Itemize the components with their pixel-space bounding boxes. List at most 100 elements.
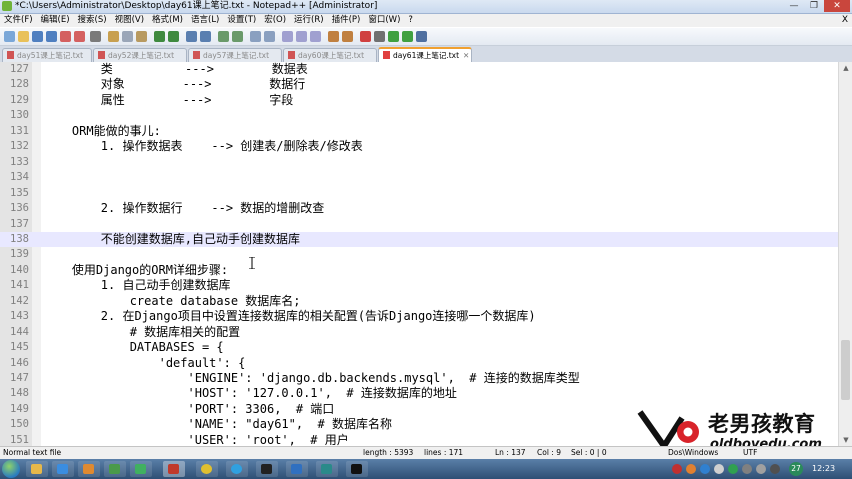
start-button[interactable] bbox=[2, 460, 20, 478]
taskbar-ie-button[interactable] bbox=[52, 461, 74, 477]
tab-close-icon[interactable]: ✕ bbox=[463, 49, 469, 62]
menu-view[interactable]: 视图(V) bbox=[111, 14, 148, 27]
editor-line[interactable]: 148 'HOST': '127.0.0.1', # 连接数据库的地址 bbox=[0, 386, 838, 401]
print-icon[interactable] bbox=[90, 31, 101, 42]
editor-line[interactable]: 136 2. 操作数据行 --> 数据的增删改查 bbox=[0, 201, 838, 216]
vertical-scrollbar[interactable]: ▲ ▼ bbox=[838, 62, 852, 446]
word-wrap-icon[interactable] bbox=[282, 31, 293, 42]
editor-line[interactable]: 135 bbox=[0, 186, 838, 201]
editor-line[interactable]: 139 bbox=[0, 247, 838, 262]
zoom-out-icon[interactable] bbox=[232, 31, 243, 42]
taskbar-app-button[interactable] bbox=[104, 461, 126, 477]
tab-day57[interactable]: day57课上笔记.txt bbox=[188, 48, 282, 62]
indent-guide-icon[interactable] bbox=[310, 31, 321, 42]
editor-line[interactable]: 141 1. 自己动手创建数据库 bbox=[0, 278, 838, 293]
taskbar-qq-button[interactable] bbox=[256, 461, 278, 477]
sync-vertical-icon[interactable] bbox=[250, 31, 261, 42]
network-icon[interactable] bbox=[742, 464, 752, 474]
editor-line[interactable]: 138 不能创建数据库,自己动手创建数据库 bbox=[0, 231, 838, 248]
editor-line[interactable]: 140 使用Django的ORM详细步骤: bbox=[0, 263, 838, 278]
function-list-icon[interactable] bbox=[342, 31, 353, 42]
tray-icon-4[interactable] bbox=[714, 464, 724, 474]
stop-record-icon[interactable] bbox=[374, 31, 385, 42]
menu-format[interactable]: 格式(M) bbox=[148, 14, 187, 27]
editor-line[interactable]: 130 bbox=[0, 108, 838, 123]
taskbar-explorer-button[interactable] bbox=[26, 461, 48, 477]
editor-line[interactable]: 134 bbox=[0, 170, 838, 185]
tray-icon-5[interactable] bbox=[728, 464, 738, 474]
menu-window[interactable]: 窗口(W) bbox=[364, 14, 404, 27]
replace-icon[interactable] bbox=[200, 31, 211, 42]
scroll-thumb[interactable] bbox=[841, 340, 850, 400]
tab-day51[interactable]: day51课上笔记.txt bbox=[2, 48, 92, 62]
editor-line[interactable]: 132 1. 操作数据表 --> 创建表/删除表/修改表 bbox=[0, 139, 838, 154]
editor-line[interactable]: 143 2. 在Django项目中设置连接数据库的相关配置(告诉Django连接… bbox=[0, 309, 838, 324]
tab-day60[interactable]: day60课上笔记.txt bbox=[283, 48, 377, 62]
close-file-icon[interactable] bbox=[60, 31, 71, 42]
cut-icon[interactable] bbox=[108, 31, 119, 42]
menu-run[interactable]: 运行(R) bbox=[290, 14, 328, 27]
menu-help[interactable]: ? bbox=[404, 14, 417, 27]
menu-macro[interactable]: 宏(O) bbox=[260, 14, 290, 27]
tray-icon-3[interactable] bbox=[700, 464, 710, 474]
menu-file[interactable]: 文件(F) bbox=[0, 14, 37, 27]
close-document-button[interactable]: X bbox=[842, 14, 848, 27]
menu-plugins[interactable]: 插件(P) bbox=[328, 14, 365, 27]
editor-line[interactable]: 128 对象 ---> 数据行 bbox=[0, 77, 838, 92]
doc-map-icon[interactable] bbox=[328, 31, 339, 42]
minimize-button[interactable]: — bbox=[784, 0, 804, 12]
editor-line[interactable]: 131 ORM能做的事儿: bbox=[0, 124, 838, 139]
run-macro-multiple-icon[interactable] bbox=[402, 31, 413, 42]
line-text: 'ENGINE': 'django.db.backends.mysql', # … bbox=[43, 371, 580, 385]
editor-line[interactable]: 127 类 ---> 数据表 bbox=[0, 62, 838, 77]
editor-line[interactable]: 129 属性 ---> 字段 bbox=[0, 93, 838, 108]
redo-icon[interactable] bbox=[168, 31, 179, 42]
sync-horizontal-icon[interactable] bbox=[264, 31, 275, 42]
scroll-down-icon[interactable]: ▼ bbox=[839, 434, 852, 446]
maximize-button[interactable]: ❐ bbox=[804, 0, 824, 12]
find-icon[interactable] bbox=[186, 31, 197, 42]
text-editor[interactable]: 127 类 ---> 数据表 128 对象 ---> 数据行 129 属性 --->… bbox=[0, 62, 838, 446]
tray-icon-2[interactable] bbox=[686, 464, 696, 474]
play-macro-icon[interactable] bbox=[388, 31, 399, 42]
taskbar-app2-button[interactable] bbox=[286, 461, 308, 477]
editor-line[interactable]: 142 create database 数据库名; bbox=[0, 294, 838, 309]
new-file-icon[interactable] bbox=[4, 31, 15, 42]
editor-line[interactable]: 133 bbox=[0, 155, 838, 170]
open-file-icon[interactable] bbox=[18, 31, 29, 42]
zoom-in-icon[interactable] bbox=[218, 31, 229, 42]
tab-day52[interactable]: day52课上笔记.txt bbox=[93, 48, 187, 62]
notification-badge[interactable]: 27 bbox=[789, 462, 803, 476]
scroll-up-icon[interactable]: ▲ bbox=[839, 62, 852, 74]
menu-edit[interactable]: 编辑(E) bbox=[37, 14, 74, 27]
editor-line[interactable]: 145 DATABASES = { bbox=[0, 340, 838, 355]
volume-icon[interactable] bbox=[756, 464, 766, 474]
editor-line[interactable]: 137 bbox=[0, 217, 838, 232]
save-all-icon[interactable] bbox=[46, 31, 57, 42]
paste-icon[interactable] bbox=[136, 31, 147, 42]
editor-line[interactable]: 146 'default': { bbox=[0, 356, 838, 371]
save-icon[interactable] bbox=[32, 31, 43, 42]
menu-search[interactable]: 搜索(S) bbox=[74, 14, 111, 27]
menu-language[interactable]: 语言(L) bbox=[187, 14, 223, 27]
taskbar-notepadpp-button[interactable] bbox=[163, 461, 185, 477]
undo-icon[interactable] bbox=[154, 31, 165, 42]
editor-line[interactable]: 147 'ENGINE': 'django.db.backends.mysql'… bbox=[0, 371, 838, 386]
taskbar-pycharm-button[interactable] bbox=[130, 461, 152, 477]
tray-icon-1[interactable] bbox=[672, 464, 682, 474]
taskbar-media-button[interactable] bbox=[78, 461, 100, 477]
taskbar-app3-button[interactable] bbox=[316, 461, 338, 477]
save-macro-icon[interactable] bbox=[416, 31, 427, 42]
clock[interactable]: 12:23 bbox=[812, 459, 835, 479]
copy-icon[interactable] bbox=[122, 31, 133, 42]
menu-settings[interactable]: 设置(T) bbox=[223, 14, 260, 27]
record-macro-icon[interactable] bbox=[360, 31, 371, 42]
close-all-icon[interactable] bbox=[74, 31, 85, 42]
taskbar-browser2-button[interactable] bbox=[226, 461, 248, 477]
taskbar-chrome-button[interactable] bbox=[196, 461, 218, 477]
show-all-chars-icon[interactable] bbox=[296, 31, 307, 42]
keyboard-icon[interactable] bbox=[770, 464, 780, 474]
taskbar-cmd-button[interactable] bbox=[346, 461, 368, 477]
editor-line[interactable]: 144 # 数据库相关的配置 bbox=[0, 325, 838, 340]
close-button[interactable]: ✕ bbox=[824, 0, 850, 12]
